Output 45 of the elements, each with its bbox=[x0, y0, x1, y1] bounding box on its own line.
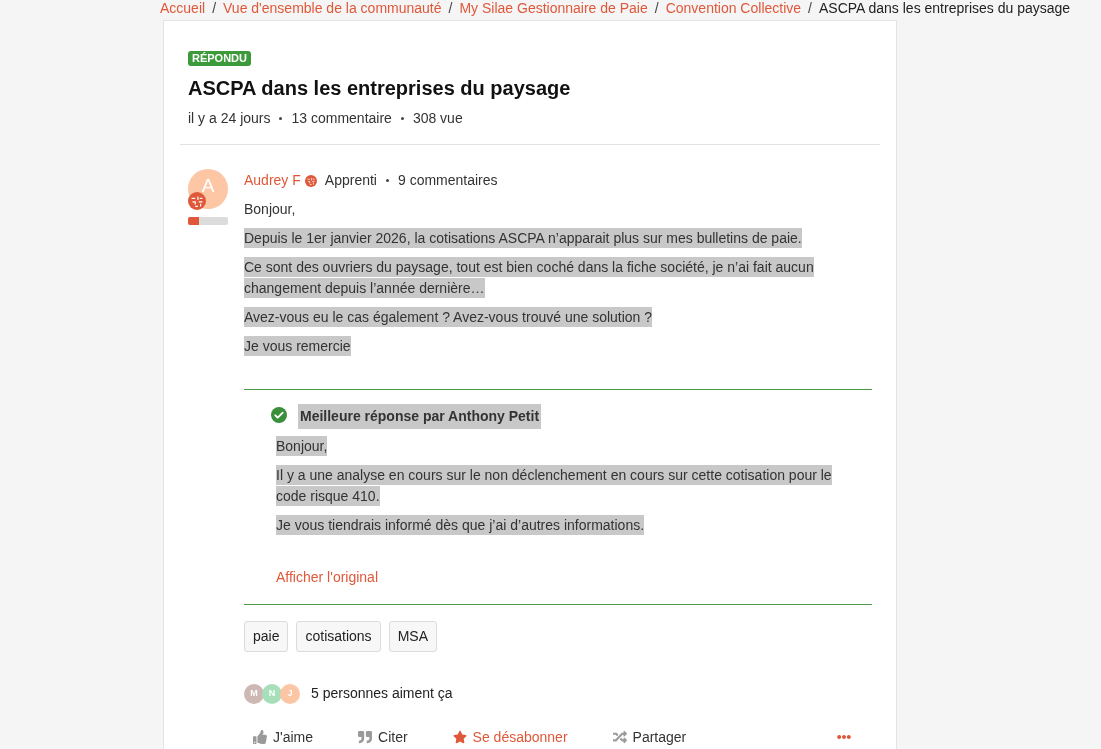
liker-avatar: J bbox=[280, 683, 300, 704]
breadcrumb-link[interactable]: Vue d'ensemble de la communauté bbox=[223, 0, 442, 16]
badge-icon bbox=[188, 192, 206, 210]
tag-chip[interactable]: cotisations bbox=[296, 621, 381, 652]
topic-meta: 308 vue bbox=[412, 109, 463, 128]
breadcrumb-link[interactable]: My Silae Gestionnaire de Paie bbox=[459, 0, 648, 16]
post-paragraph: Ce sont des ouvriers du paysage, tout est bien coché dans la fiche société, je n’ai fait aucun changement depuis l’année dernière… bbox=[244, 257, 815, 299]
post-paragraph: Je vous remercie bbox=[244, 336, 351, 357]
tag-chip[interactable]: MSA bbox=[388, 621, 437, 652]
post-paragraph: Depuis le 1er janvier 2026, la cotisations ASCPA n’apparait plus sur mes bulletins de paie. bbox=[244, 228, 802, 249]
answer-paragraph: Bonjour, bbox=[276, 436, 328, 457]
breadcrumb-separator: / bbox=[448, 0, 453, 16]
status-badge: RÉPONDU bbox=[188, 51, 251, 66]
share-button[interactable]: Partager bbox=[603, 725, 696, 749]
breadcrumb-separator: / bbox=[808, 0, 812, 16]
topic-meta: 13 commentaire bbox=[291, 109, 392, 128]
post-paragraph: Bonjour, bbox=[244, 200, 296, 219]
quote-icon bbox=[358, 730, 373, 744]
answer-paragraph: Je vous tiendrais informé dès que j’ai d’autres informations. bbox=[276, 515, 645, 536]
shuffle-icon bbox=[612, 730, 627, 744]
topic-title: ASCPA dans les entreprises du paysage bbox=[188, 76, 572, 101]
breadcrumb-separator: / bbox=[654, 0, 659, 16]
author-link[interactable]: Audrey F bbox=[244, 170, 301, 191]
best-answer-title: Meilleure réponse par Anthony Petit bbox=[298, 404, 542, 429]
like-button[interactable]: J'aime bbox=[244, 725, 323, 749]
liker-avatar: M bbox=[244, 683, 264, 704]
thumbs-up-icon bbox=[253, 730, 267, 744]
show-original-link[interactable]: Afficher l'original bbox=[276, 567, 379, 588]
author-comments: 9 commentaires bbox=[397, 171, 498, 190]
badge-icon bbox=[304, 174, 317, 187]
check-circle-icon bbox=[271, 407, 287, 423]
author-rank: Apprenti bbox=[324, 171, 377, 190]
star-icon bbox=[452, 730, 467, 744]
topic-meta: il y a 24 jours bbox=[188, 109, 271, 128]
likes-count: 5 personnes aiment ça bbox=[311, 684, 453, 703]
quote-button[interactable]: Citer bbox=[349, 725, 417, 749]
tag-chip[interactable]: paie bbox=[244, 621, 289, 652]
liker-avatar: N bbox=[262, 683, 282, 704]
breadcrumb-link[interactable]: Convention Collective bbox=[665, 0, 802, 16]
breadcrumb-separator: / bbox=[212, 0, 217, 16]
breadcrumb-link[interactable]: Accueil bbox=[160, 0, 206, 16]
subscribe-button[interactable]: Se désabonner bbox=[443, 725, 577, 749]
answer-paragraph: Il y a une analyse en cours sur le non déclenchement en cours sur cette cotisation pour le code risque 410. bbox=[276, 465, 833, 507]
post-paragraph: Avez-vous eu le cas également ? Avez-vous trouvé une solution ? bbox=[244, 307, 653, 328]
breadcrumb-current: ASCPA dans les entreprises du paysage bbox=[818, 0, 1071, 16]
